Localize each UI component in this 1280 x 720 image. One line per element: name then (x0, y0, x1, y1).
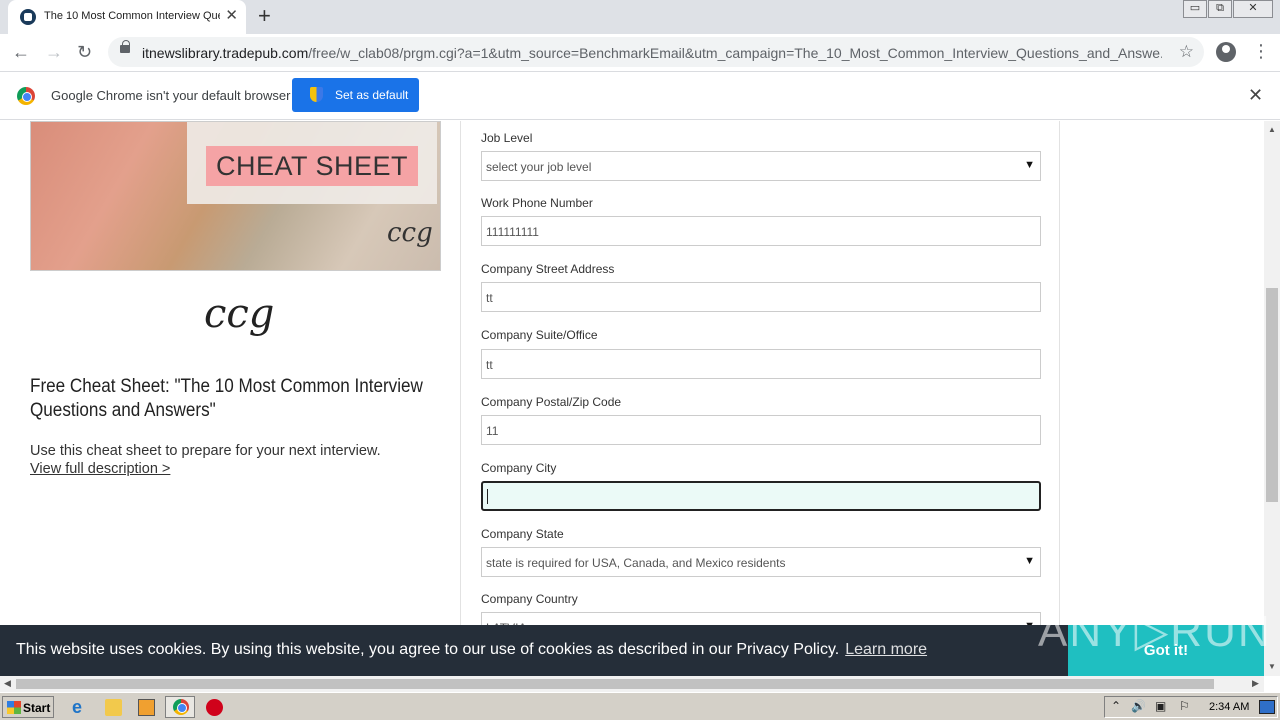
suite-office-label: Company Suite/Office (481, 328, 598, 342)
default-browser-infobar: Google Chrome isn't your default browser… (0, 72, 1280, 120)
chrome-icon (173, 699, 189, 715)
internet-explorer-icon[interactable]: e (72, 698, 89, 716)
scroll-left-arrow-icon[interactable]: ◀ (4, 678, 11, 689)
shield-icon (310, 87, 323, 102)
tray-expand-icon[interactable]: ⌃ (1111, 699, 1121, 713)
postal-code-label: Company Postal/Zip Code (481, 395, 622, 409)
postal-code-input[interactable]: 11 (481, 415, 1041, 445)
infobar-message: Google Chrome isn't your default browser (51, 88, 291, 103)
url-text[interactable]: itnewslibrary.tradepub.com/free/w_clab08… (142, 45, 1162, 61)
chevron-down-icon: ▼ (1024, 555, 1035, 567)
chevron-down-icon: ▼ (1024, 159, 1035, 171)
image-signature: ccg (387, 218, 433, 248)
chrome-logo-icon (17, 87, 35, 105)
offer-headline: Free Cheat Sheet: "The 10 Most Common In… (30, 376, 423, 421)
tab-title: The 10 Most Common Interview Que (44, 10, 220, 22)
volume-icon[interactable]: 🔊 (1131, 699, 1146, 713)
horizontal-scroll-thumb[interactable] (16, 679, 1214, 689)
back-button[interactable]: ← (12, 42, 30, 62)
company-city-label: Company City (481, 461, 557, 475)
tab-strip: The 10 Most Common Interview Que ✕ + ▭ ⧉… (0, 0, 1280, 34)
company-city-input[interactable] (481, 481, 1041, 511)
tab-close-icon[interactable]: ✕ (225, 7, 238, 25)
media-player-icon[interactable] (138, 699, 155, 716)
system-tray: ⌃ 🔊 ▣ ⚐ 2:34 AM (1104, 696, 1278, 718)
company-state-select[interactable]: state is required for USA, Canada, and M… (481, 547, 1041, 577)
page-content: CHEAT SHEET ccg ccg Free Cheat Sheet: "T… (0, 121, 1264, 676)
registration-form: Job Level select your job level ▼ Work P… (460, 121, 1060, 676)
bookmark-star-icon[interactable]: ☆ (1179, 42, 1194, 62)
profile-icon[interactable] (1216, 42, 1236, 62)
cheat-sheet-image: CHEAT SHEET ccg (30, 121, 441, 271)
street-address-input[interactable]: tt (481, 282, 1041, 312)
company-state-label: Company State (481, 527, 564, 541)
action-center-flag-icon[interactable]: ⚐ (1179, 699, 1190, 713)
company-country-label: Company Country (481, 592, 578, 606)
ccg-logo: ccg (204, 291, 275, 337)
view-full-description-link[interactable]: View full description > (30, 461, 170, 477)
maximize-button[interactable]: ⧉ (1208, 0, 1232, 18)
reload-button[interactable]: ↻ (77, 42, 92, 62)
infobar-close-icon[interactable]: ✕ (1248, 85, 1263, 106)
windows-logo-icon (7, 701, 21, 714)
suite-office-input[interactable]: tt (481, 349, 1041, 379)
offer-description: Use this cheat sheet to prepare for your… (30, 443, 381, 459)
horizontal-scrollbar[interactable]: ◀ ▶ (0, 676, 1264, 692)
lock-icon (120, 40, 130, 53)
site-favicon-icon (20, 9, 36, 25)
show-desktop-icon[interactable] (1259, 700, 1275, 714)
work-phone-input[interactable]: 111111111 (481, 216, 1041, 246)
work-phone-label: Work Phone Number (481, 196, 593, 210)
address-bar[interactable]: itnewslibrary.tradepub.com/free/w_clab08… (108, 37, 1204, 67)
cheat-sheet-banner: CHEAT SHEET (206, 146, 418, 186)
stop-icon[interactable] (206, 699, 223, 716)
new-tab-button[interactable]: + (258, 4, 271, 28)
start-button[interactable]: Start (2, 696, 54, 718)
network-icon[interactable]: ▣ (1155, 699, 1166, 713)
scroll-right-arrow-icon[interactable]: ▶ (1252, 678, 1259, 689)
file-explorer-icon[interactable] (105, 699, 122, 716)
set-as-default-button[interactable]: Set as default (292, 78, 419, 112)
windows-taskbar: Start e ⌃ 🔊 ▣ ⚐ 2:34 AM (0, 692, 1280, 720)
minimize-button[interactable]: ▭ (1183, 0, 1207, 18)
clock[interactable]: 2:34 AM (1209, 701, 1249, 713)
tab-active[interactable]: The 10 Most Common Interview Que ✕ (8, 0, 246, 34)
street-address-label: Company Street Address (481, 262, 615, 276)
scroll-down-arrow-icon[interactable]: ▼ (1268, 662, 1276, 671)
scroll-up-arrow-icon[interactable]: ▲ (1268, 125, 1276, 134)
job-level-label: Job Level (481, 131, 533, 145)
job-level-select[interactable]: select your job level ▼ (481, 151, 1041, 181)
close-window-button[interactable]: ✕ (1233, 0, 1273, 18)
vertical-scroll-thumb[interactable] (1266, 288, 1278, 502)
vertical-scrollbar[interactable]: ▲ ▼ (1264, 121, 1280, 676)
menu-icon[interactable]: ⋮ (1252, 41, 1270, 61)
browser-toolbar: ← → ↻ itnewslibrary.tradepub.com/free/w_… (0, 34, 1280, 72)
learn-more-link[interactable]: Learn more (845, 641, 927, 658)
forward-button[interactable]: → (45, 42, 63, 62)
chrome-taskbar-button[interactable] (165, 696, 195, 718)
cookie-message: This website uses cookies. By using this… (16, 641, 928, 658)
text-caret (487, 489, 488, 504)
anyrun-watermark: ANY▷RUN (1038, 607, 1272, 656)
